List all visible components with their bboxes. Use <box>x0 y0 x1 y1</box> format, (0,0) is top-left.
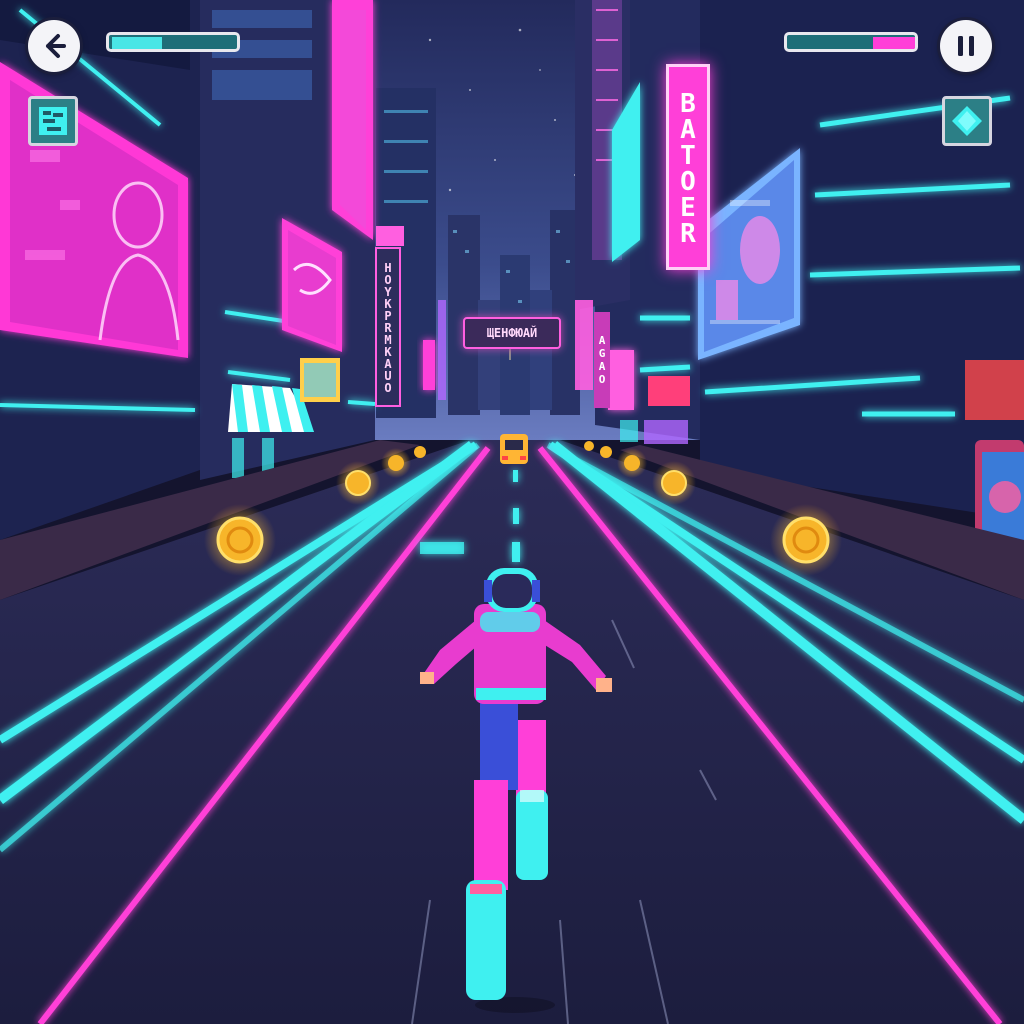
left-energy-meter-fill <box>112 37 162 49</box>
city-street-scene <box>0 0 1024 1024</box>
game-viewport: BATOER ЩЕНФЮАЙ HOYKPRMKAUO AGAO <box>0 0 1024 1024</box>
coin <box>652 461 696 505</box>
neon-sign-small-right: AGAO <box>594 312 610 408</box>
neon-sign-vertical-right-text: BATOER <box>673 89 703 245</box>
coin <box>770 504 842 576</box>
left-energy-meter <box>106 32 240 52</box>
pause-icon <box>958 36 974 56</box>
neon-sign-small-right-text: AGAO <box>595 334 609 386</box>
pause-button[interactable] <box>940 20 992 72</box>
pixel-glyph-icon <box>39 107 67 135</box>
distant-vehicle <box>500 434 528 464</box>
neon-sign-vertical-right: BATOER <box>666 64 710 270</box>
coin <box>204 504 276 576</box>
right-energy-meter <box>784 32 918 52</box>
overhead-sign-text: ЩЕНФЮАЙ <box>486 326 538 340</box>
coin <box>381 448 411 478</box>
coin <box>414 446 426 458</box>
neon-sign-vertical-left-text: HOYKPRMKAUO <box>381 261 395 393</box>
overhead-sign-label: ЩЕНФЮАЙ <box>466 320 558 346</box>
arrow-left-icon <box>46 34 66 58</box>
neon-sign-vertical-left: HOYKPRMKAUO <box>378 250 398 404</box>
coin <box>600 446 612 458</box>
coin <box>617 448 647 478</box>
back-button[interactable] <box>28 20 80 72</box>
left-powerup-slot[interactable] <box>28 96 78 146</box>
coin <box>336 461 380 505</box>
right-powerup-slot[interactable] <box>942 96 992 146</box>
diamond-gem-icon <box>952 106 982 136</box>
right-energy-meter-fill <box>873 37 915 49</box>
coin <box>584 441 594 451</box>
